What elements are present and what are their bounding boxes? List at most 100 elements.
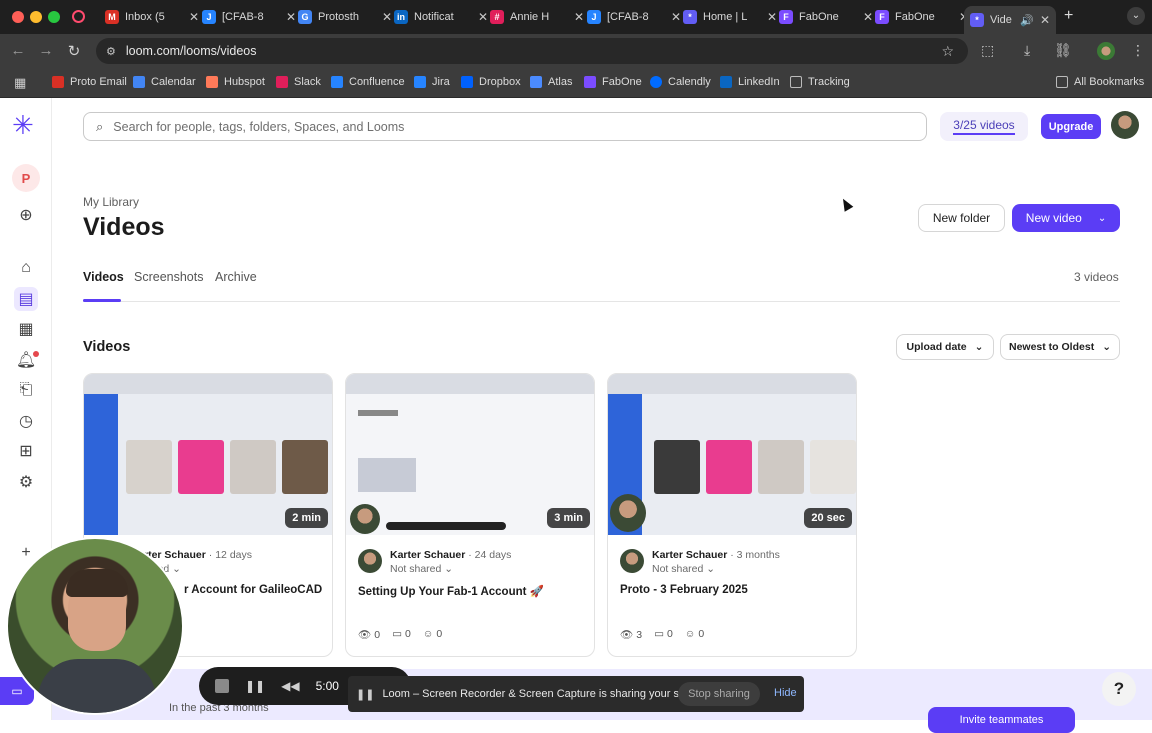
close-tab-icon[interactable]: ✕ bbox=[863, 10, 873, 24]
video-title[interactable]: r Account for GalileoCAD bbox=[184, 584, 322, 596]
browser-tab[interactable]: * Home | L ✕ bbox=[683, 6, 777, 28]
all-bookmarks[interactable]: All Bookmarks bbox=[1056, 76, 1144, 88]
audio-playing-icon[interactable]: 🔊 bbox=[1020, 14, 1034, 27]
video-title[interactable]: Setting Up Your Fab-1 Account 🚀 bbox=[358, 584, 544, 598]
video-card[interactable]: 20 sec Karter Schauer · 3 months Not sha… bbox=[607, 373, 857, 657]
close-tab-icon[interactable]: ✕ bbox=[671, 10, 681, 24]
gift-icon[interactable]: ⊞ bbox=[14, 439, 38, 463]
bookmark-jira[interactable]: Jira bbox=[414, 76, 450, 88]
extensions-icon[interactable]: ⬚ bbox=[981, 42, 994, 59]
video-thumbnail[interactable]: 3 min bbox=[346, 374, 594, 535]
home-icon[interactable]: ⌂ bbox=[14, 256, 38, 280]
apps-grid-icon[interactable]: ▦ bbox=[14, 75, 26, 91]
video-thumbnail[interactable]: 2 min bbox=[84, 374, 332, 535]
close-window-button[interactable] bbox=[12, 11, 24, 23]
add-member-icon[interactable]: ⊕ bbox=[14, 203, 38, 227]
browser-tab[interactable]: in Notificat ✕ bbox=[394, 6, 488, 28]
help-button[interactable]: ? bbox=[1102, 672, 1136, 706]
close-tab-icon[interactable]: ✕ bbox=[286, 10, 296, 24]
stop-sharing-button[interactable]: Stop sharing bbox=[678, 682, 760, 706]
browser-tab[interactable]: # Annie H ✕ bbox=[490, 6, 584, 28]
invite-teammates-button[interactable]: Invite teammates bbox=[928, 707, 1075, 733]
share-status[interactable]: Not shared ⌄ bbox=[652, 563, 715, 575]
video-card[interactable]: 3 min Karter Schauer · 24 days Not share… bbox=[345, 373, 595, 657]
bookmark-star-icon[interactable]: ☆ bbox=[941, 43, 954, 60]
menu-kebab-icon[interactable]: ⋮ bbox=[1131, 42, 1145, 59]
browser-tab[interactable]: F FabOne ✕ bbox=[875, 6, 969, 28]
browser-tab-active[interactable]: * Vide 🔊 ✕ bbox=[964, 6, 1056, 34]
camera-bubble[interactable] bbox=[6, 537, 184, 715]
stop-recording-button[interactable] bbox=[215, 679, 229, 693]
bookmark-tracking[interactable]: Tracking bbox=[790, 76, 850, 88]
video-thumbnail[interactable]: 20 sec bbox=[608, 374, 856, 535]
video-quota-badge[interactable]: 3/25 videos bbox=[940, 112, 1028, 141]
browser-tab[interactable]: J [CFAB-8 ✕ bbox=[587, 6, 681, 28]
address-bar[interactable]: ⚙ loom.com/looms/videos ☆ bbox=[96, 38, 968, 64]
tab-search-icon[interactable]: ⌄ bbox=[1127, 7, 1145, 25]
link-icon[interactable]: ⛓ bbox=[1054, 42, 1072, 59]
url-text[interactable]: loom.com/looms/videos bbox=[126, 44, 257, 58]
profile-avatar[interactable] bbox=[1097, 42, 1115, 60]
close-tab-icon[interactable]: ✕ bbox=[574, 10, 584, 24]
bookmark-proto-email[interactable]: Proto Email bbox=[52, 76, 127, 88]
minimize-window-button[interactable] bbox=[30, 11, 42, 23]
hide-link[interactable]: Hide bbox=[774, 687, 797, 699]
close-tab-icon[interactable]: ✕ bbox=[382, 10, 392, 24]
browser-tab[interactable]: F FabOne ✕ bbox=[779, 6, 873, 28]
drag-handle-icon[interactable]: ❚❚ bbox=[356, 688, 374, 701]
tab-label: Vide bbox=[990, 14, 1012, 26]
browser-tab[interactable]: J [CFAB-8 ✕ bbox=[202, 6, 296, 28]
pause-icon[interactable]: ❚❚ bbox=[245, 679, 265, 693]
bookmark-icon[interactable]: ⎗ bbox=[14, 378, 38, 402]
video-author[interactable]: Karter Schauer · 3 months bbox=[652, 549, 780, 561]
download-icon[interactable]: ⤓ bbox=[1024, 42, 1030, 59]
new-folder-button[interactable]: New folder bbox=[918, 204, 1005, 232]
user-avatar[interactable] bbox=[1111, 111, 1139, 139]
new-video-button[interactable]: New video ⌄ bbox=[1012, 204, 1120, 232]
bookmark-calendar[interactable]: Calendar bbox=[133, 76, 196, 88]
video-title[interactable]: Proto - 3 February 2025 bbox=[620, 584, 748, 596]
restart-icon[interactable]: ◀◀ bbox=[281, 679, 299, 693]
browser-tab[interactable]: G Protosth ✕ bbox=[298, 6, 392, 28]
sort-field-dropdown[interactable]: Upload date ⌄ bbox=[896, 334, 994, 360]
browser-tab[interactable]: M Inbox (5 ✕ bbox=[105, 6, 199, 28]
close-tab-icon[interactable]: ✕ bbox=[189, 10, 199, 24]
back-icon[interactable]: ← bbox=[9, 42, 27, 59]
author-avatar[interactable] bbox=[358, 549, 382, 573]
bookmark-confluence[interactable]: Confluence bbox=[331, 76, 405, 88]
recording-tab-icon[interactable] bbox=[72, 10, 85, 23]
breadcrumb[interactable]: My Library bbox=[83, 195, 139, 209]
bookmark-hubspot[interactable]: Hubspot bbox=[206, 76, 265, 88]
bookmark-atlas[interactable]: Atlas bbox=[530, 76, 572, 88]
video-author[interactable]: rter Schauer · 12 days bbox=[144, 549, 252, 561]
close-tab-icon[interactable]: ✕ bbox=[478, 10, 488, 24]
workspace-avatar[interactable]: P bbox=[12, 164, 40, 192]
tab-videos[interactable]: Videos bbox=[83, 270, 124, 284]
calendar-icon[interactable]: ▦ bbox=[14, 317, 38, 341]
forward-icon[interactable]: → bbox=[37, 42, 55, 59]
bookmark-fabone[interactable]: FabOne bbox=[584, 76, 642, 88]
upgrade-button[interactable]: Upgrade bbox=[1041, 114, 1101, 139]
sort-order-dropdown[interactable]: Newest to Oldest ⌄ bbox=[1000, 334, 1120, 360]
site-info-icon[interactable]: ⚙ bbox=[106, 45, 116, 58]
search-input[interactable]: ⌕ Search for people, tags, folders, Spac… bbox=[83, 112, 927, 141]
settings-gear-icon[interactable]: ⚙ bbox=[14, 470, 38, 494]
bookmark-linkedin[interactable]: LinkedIn bbox=[720, 76, 780, 88]
reload-icon[interactable]: ↻ bbox=[65, 42, 83, 60]
maximize-window-button[interactable] bbox=[48, 11, 60, 23]
library-icon[interactable]: ▤ bbox=[14, 287, 38, 311]
tab-screenshots[interactable]: Screenshots bbox=[134, 270, 203, 284]
chevron-down-icon[interactable]: ⌄ bbox=[1098, 213, 1106, 224]
author-avatar[interactable] bbox=[620, 549, 644, 573]
clock-icon[interactable]: ◷ bbox=[14, 409, 38, 433]
tab-archive[interactable]: Archive bbox=[215, 270, 257, 284]
loom-logo-icon[interactable]: ✳ bbox=[12, 111, 34, 139]
close-tab-icon[interactable]: ✕ bbox=[767, 10, 777, 24]
bookmark-slack[interactable]: Slack bbox=[276, 76, 321, 88]
new-tab-icon[interactable]: + bbox=[1064, 7, 1073, 25]
video-author[interactable]: Karter Schauer · 24 days bbox=[390, 549, 511, 561]
bookmark-calendly[interactable]: Calendly bbox=[650, 76, 711, 88]
close-tab-icon[interactable]: ✕ bbox=[1040, 13, 1050, 27]
bookmark-dropbox[interactable]: Dropbox bbox=[461, 76, 521, 88]
share-status[interactable]: Not shared ⌄ bbox=[390, 563, 453, 575]
